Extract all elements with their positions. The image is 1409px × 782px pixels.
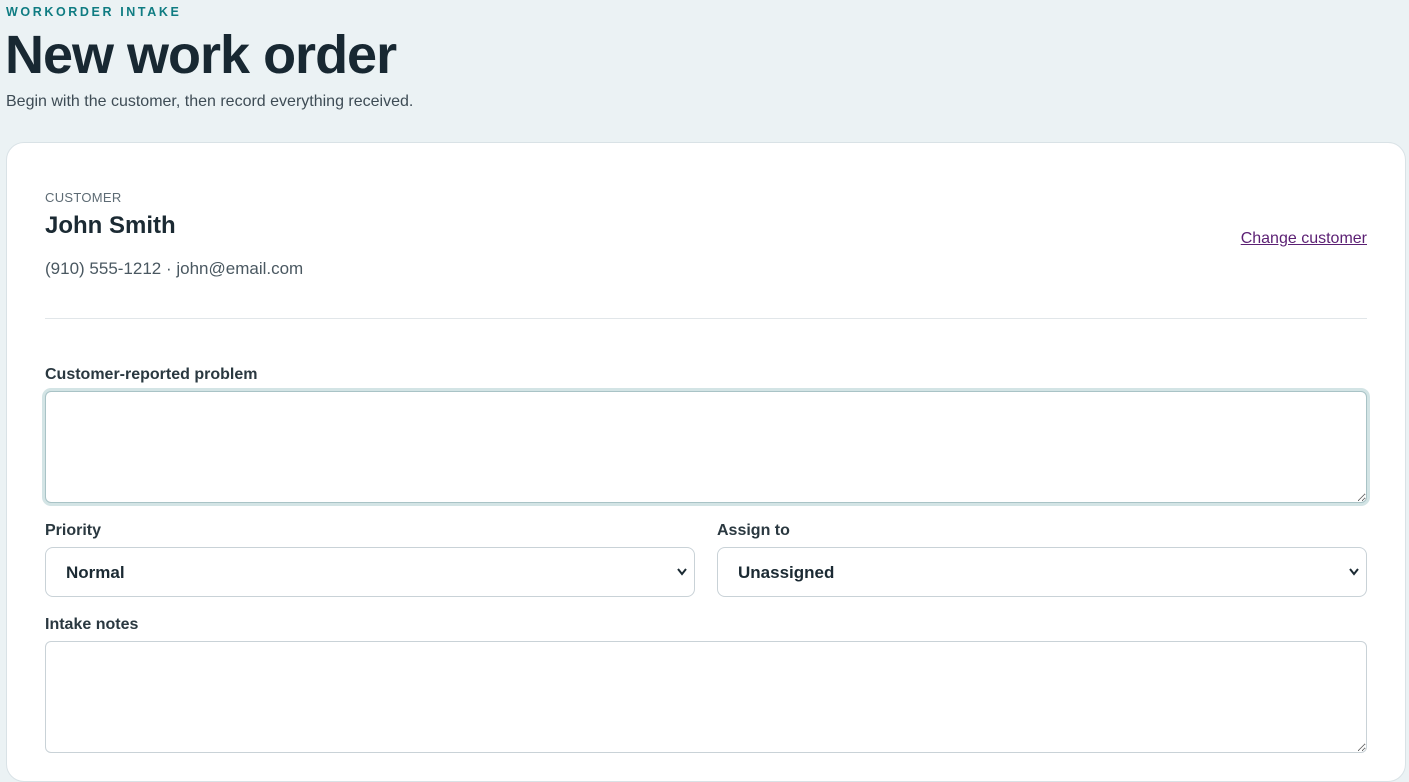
change-customer-link[interactable]: Change customer — [1241, 230, 1367, 248]
customer-section-label: CUSTOMER — [45, 190, 122, 205]
customer-name: John Smith — [45, 212, 176, 239]
page-subtitle: Begin with the customer, then record eve… — [6, 93, 414, 110]
work-order-card: CUSTOMER John Smith (910) 555-1212 · joh… — [6, 142, 1406, 782]
notes-label: Intake notes — [45, 616, 139, 633]
priority-value: Normal — [66, 563, 125, 582]
problem-label: Customer-reported problem — [45, 366, 258, 383]
assign-value: Unassigned — [738, 563, 835, 582]
chevron-down-icon — [677, 568, 687, 576]
page-eyebrow: WORKORDER INTAKE — [6, 5, 182, 19]
notes-textarea[interactable] — [45, 641, 1367, 753]
page-title: New work order — [5, 25, 397, 85]
priority-label: Priority — [45, 522, 102, 539]
priority-select[interactable]: Normal — [45, 547, 695, 597]
customer-contact: (910) 555-1212 · john@email.com — [45, 259, 304, 278]
divider — [45, 318, 1367, 319]
problem-textarea[interactable] — [45, 391, 1367, 503]
chevron-down-icon — [1349, 568, 1359, 576]
assign-label: Assign to — [717, 522, 790, 539]
assign-select[interactable]: Unassigned — [717, 547, 1367, 597]
